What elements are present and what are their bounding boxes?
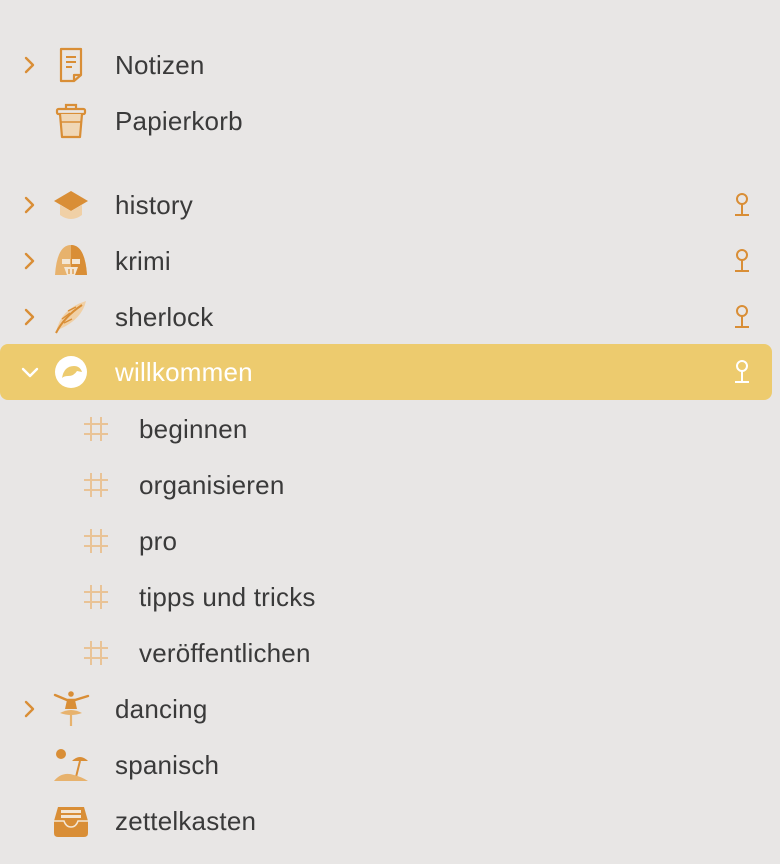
sidebar-subitem-pro[interactable]: pro: [0, 513, 772, 569]
chevron-right-icon[interactable]: [20, 307, 40, 327]
note-icon: [59, 47, 83, 83]
sidebar-subitem-organisieren[interactable]: organisieren: [0, 457, 772, 513]
sidebar-item-label: Notizen: [115, 50, 205, 80]
helmet-icon: [55, 245, 87, 275]
hashtag-icon: [84, 473, 108, 497]
sidebar-item-label: zettelkasten: [115, 806, 257, 836]
sidebar-item-label: Papierkorb: [115, 106, 243, 136]
sidebar-item-spanisch[interactable]: spanisch: [0, 737, 772, 793]
sidebar-subitem-beginnen[interactable]: beginnen: [0, 401, 772, 457]
sidebar-item-sherlock[interactable]: sherlock: [0, 289, 772, 345]
hashtag-icon: [84, 417, 108, 441]
sidebar-item-label: willkommen: [115, 357, 253, 387]
feather-icon: [55, 301, 86, 334]
dancer-icon: [53, 691, 90, 726]
chevron-right-icon[interactable]: [20, 699, 40, 719]
sidebar-item-label: history: [115, 190, 193, 220]
hashtag-icon: [84, 641, 108, 665]
sidebar-item-zettelkasten[interactable]: zettelkasten: [0, 793, 772, 849]
trash-icon: [55, 103, 87, 139]
bird-icon: [55, 356, 87, 388]
sidebar-item-label: veröffentlichen: [139, 638, 311, 668]
sidebar-item-label: organisieren: [139, 470, 285, 500]
sidebar-item-dancing[interactable]: dancing: [0, 681, 772, 737]
chevron-right-icon[interactable]: [20, 55, 40, 75]
chevron-right-icon[interactable]: [20, 251, 40, 271]
sidebar-item-history[interactable]: history: [0, 177, 772, 233]
sidebar-item-label: sherlock: [115, 302, 214, 332]
hashtag-icon: [84, 585, 108, 609]
pin-icon[interactable]: [732, 248, 752, 274]
graduation-cap-icon: [54, 191, 88, 219]
sidebar-item-label: pro: [139, 526, 178, 556]
sidebar-item-label: beginnen: [139, 414, 248, 444]
inbox-tray-icon: [54, 807, 88, 837]
pin-icon[interactable]: [732, 304, 752, 330]
sidebar-subitem-veroeffentlichen[interactable]: veröffentlichen: [0, 625, 772, 681]
pin-icon[interactable]: [732, 359, 752, 385]
sidebar-subitem-tipps-und-tricks[interactable]: tipps und tricks: [0, 569, 772, 625]
sidebar-item-label: tipps und tricks: [139, 582, 316, 612]
sidebar-item-label: krimi: [115, 246, 171, 276]
sidebar-item-label: dancing: [115, 694, 208, 724]
sidebar-item-krimi[interactable]: krimi: [0, 233, 772, 289]
hashtag-icon: [84, 529, 108, 553]
pin-icon[interactable]: [732, 192, 752, 218]
sidebar-item-willkommen[interactable]: willkommen: [0, 344, 772, 400]
sidebar-item-papierkorb[interactable]: Papierkorb: [0, 93, 772, 149]
chevron-right-icon[interactable]: [20, 195, 40, 215]
beach-icon: [54, 749, 88, 781]
sidebar-item-notizen[interactable]: Notizen: [0, 37, 772, 93]
sidebar-item-label: spanisch: [115, 750, 220, 780]
chevron-down-icon[interactable]: [20, 362, 40, 382]
